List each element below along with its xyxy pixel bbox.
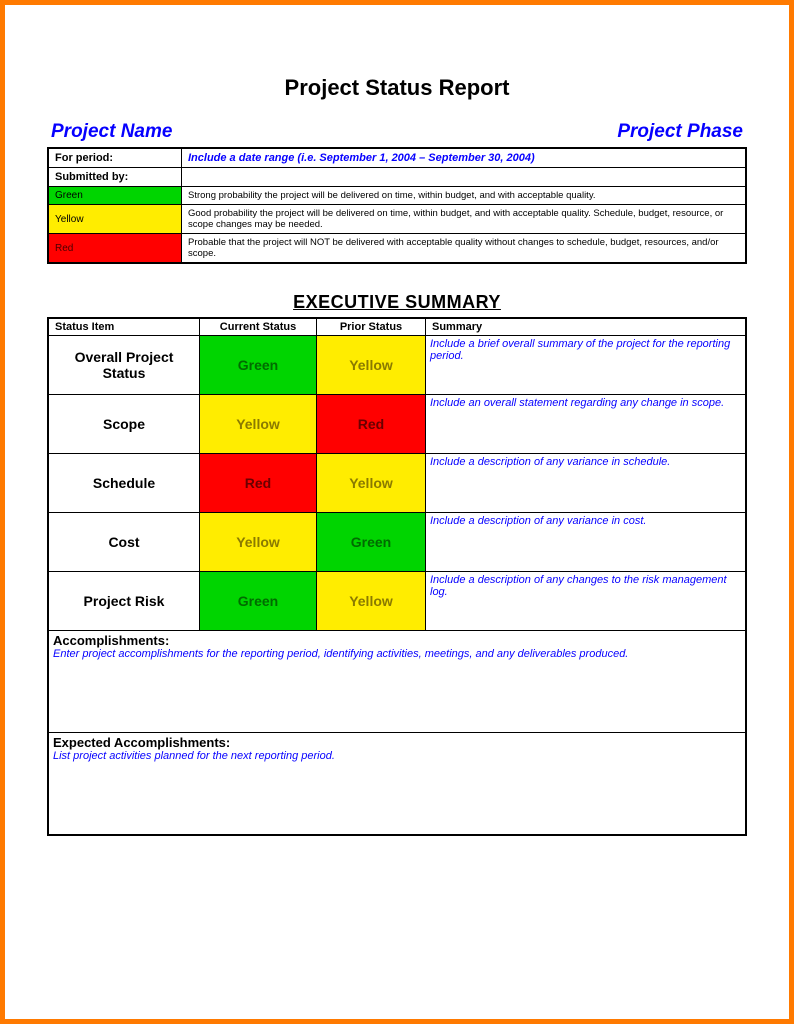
document-page: Project Status Report Project Name Proje…	[0, 0, 794, 1024]
status-badge: Yellow	[317, 572, 426, 631]
expected-accomplishments-row: Expected Accomplishments: List project a…	[48, 733, 746, 836]
executive-summary-table: Status Item Current Status Prior Status …	[47, 317, 747, 836]
accomplishments-label: Accomplishments:	[53, 633, 741, 648]
project-phase-label: Project Phase	[617, 121, 743, 143]
header-row: Project Name Project Phase	[47, 121, 747, 147]
submitted-value	[182, 168, 747, 187]
submitted-label: Submitted by:	[48, 168, 182, 187]
status-item-overall: Overall Project Status	[48, 336, 200, 395]
summary-text: Include a brief overall summary of the p…	[426, 336, 747, 395]
executive-summary-title: EXECUTIVE SUMMARY	[47, 292, 747, 313]
status-item-scope: Scope	[48, 395, 200, 454]
period-value: Include a date range (i.e. September 1, …	[182, 148, 747, 168]
legend-yellow-label: Yellow	[48, 205, 182, 234]
period-label: For period:	[48, 148, 182, 168]
status-badge: Red	[200, 454, 317, 513]
status-badge: Green	[200, 336, 317, 395]
info-table: For period: Include a date range (i.e. S…	[47, 147, 747, 264]
legend-red-desc: Probable that the project will NOT be de…	[182, 234, 747, 264]
status-badge: Yellow	[317, 336, 426, 395]
status-badge: Yellow	[317, 454, 426, 513]
accomplishments-text: Enter project accomplishments for the re…	[53, 648, 741, 660]
status-badge: Yellow	[200, 513, 317, 572]
col-prior-status: Prior Status	[317, 318, 426, 336]
accomplishments-row: Accomplishments: Enter project accomplis…	[48, 631, 746, 733]
exec-header-row: Status Item Current Status Prior Status …	[48, 318, 746, 336]
col-status-item: Status Item	[48, 318, 200, 336]
summary-text: Include a description of any variance in…	[426, 513, 747, 572]
col-summary: Summary	[426, 318, 747, 336]
project-name-label: Project Name	[51, 121, 172, 143]
expected-text: List project activities planned for the …	[53, 750, 741, 762]
legend-green-label: Green	[48, 187, 182, 205]
status-badge: Red	[317, 395, 426, 454]
status-item-cost: Cost	[48, 513, 200, 572]
page-title: Project Status Report	[47, 75, 747, 101]
legend-red-label: Red	[48, 234, 182, 264]
legend-yellow-desc: Good probability the project will be del…	[182, 205, 747, 234]
summary-text: Include a description of any changes to …	[426, 572, 747, 631]
col-current-status: Current Status	[200, 318, 317, 336]
legend-green-desc: Strong probability the project will be d…	[182, 187, 747, 205]
status-badge: Yellow	[200, 395, 317, 454]
status-item-schedule: Schedule	[48, 454, 200, 513]
table-row: Overall Project Status Green Yellow Incl…	[48, 336, 746, 395]
table-row: Schedule Red Yellow Include a descriptio…	[48, 454, 746, 513]
table-row: Project Risk Green Yellow Include a desc…	[48, 572, 746, 631]
table-row: Cost Yellow Green Include a description …	[48, 513, 746, 572]
table-row: Scope Yellow Red Include an overall stat…	[48, 395, 746, 454]
summary-text: Include a description of any variance in…	[426, 454, 747, 513]
status-badge: Green	[317, 513, 426, 572]
status-item-risk: Project Risk	[48, 572, 200, 631]
summary-text: Include an overall statement regarding a…	[426, 395, 747, 454]
status-badge: Green	[200, 572, 317, 631]
expected-label: Expected Accomplishments:	[53, 735, 741, 750]
